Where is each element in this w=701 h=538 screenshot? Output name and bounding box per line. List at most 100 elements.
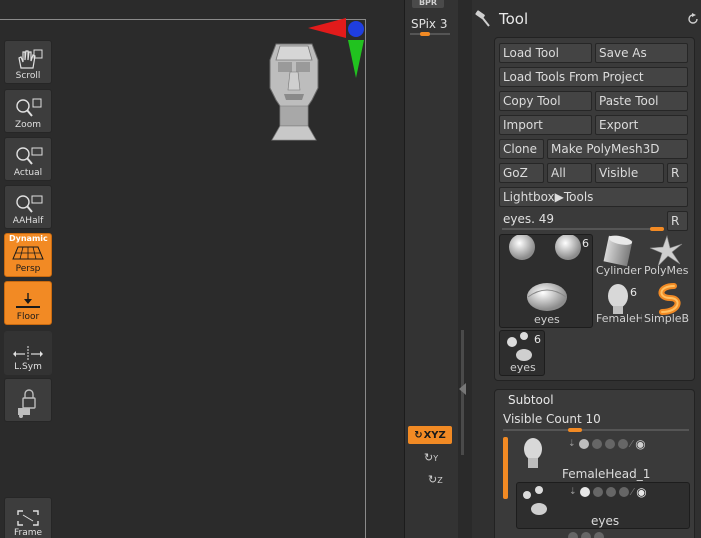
tool-header[interactable]: Tool — [472, 6, 701, 32]
refresh-icon[interactable] — [687, 13, 699, 25]
frame-button[interactable]: Frame — [4, 497, 52, 538]
polygroup-icon[interactable] — [592, 487, 603, 497]
polygroup-icon[interactable] — [591, 439, 602, 449]
paint-icon[interactable] — [604, 439, 615, 449]
visible-count-knob[interactable] — [568, 428, 582, 432]
subtool-scroll-indicator[interactable] — [503, 437, 508, 499]
subtool-row-femalehead-toggles[interactable]: ⇣ ⁄ ◉ — [568, 437, 646, 451]
magnifier-zoom-icon — [16, 98, 42, 117]
subtool-row-femalehead-name: FemaleHead_1 — [562, 467, 651, 481]
subtool-row-next-partial[interactable] — [512, 530, 690, 538]
tool-thumb-polymesh[interactable]: PolyMes — [644, 234, 690, 280]
lock-camera-button[interactable] — [4, 378, 52, 422]
panel-gutter — [458, 0, 472, 538]
hammer-icon — [475, 10, 490, 27]
subtool-title[interactable]: Subtool — [508, 393, 554, 407]
polymesh-star-icon — [649, 234, 683, 267]
rotate-y-icon: ↻ — [424, 451, 434, 464]
eye-icon[interactable]: ◉ — [636, 485, 646, 499]
dynamic-badge: Dynamic — [9, 234, 48, 243]
paint-icon[interactable] — [605, 487, 616, 497]
canvas-viewport[interactable] — [0, 0, 404, 538]
lsym-label: L.Sym — [14, 362, 42, 372]
aahalf-button[interactable]: AAHalf — [4, 185, 52, 229]
floor-button[interactable]: Floor — [4, 281, 52, 325]
zoom-button[interactable]: Zoom — [4, 89, 52, 133]
goz-all-button[interactable]: All — [547, 163, 592, 183]
persp-button[interactable]: Dynamic Persp — [4, 233, 52, 277]
lsym-button[interactable]: L.Sym — [4, 331, 52, 375]
tool-thumb-eyes-label: eyes — [534, 313, 560, 326]
lock-camera-icon — [18, 389, 36, 418]
copy-tool-button[interactable]: Copy Tool — [499, 91, 592, 111]
tool-slider[interactable]: eyes. 49 — [500, 210, 664, 230]
clone-button[interactable]: Clone — [499, 139, 544, 159]
scroll-label: Scroll — [15, 71, 41, 81]
scroll-button[interactable]: Scroll — [4, 40, 52, 84]
bpr-button[interactable]: BPR — [412, 0, 444, 8]
polygroup-icon[interactable] — [581, 532, 591, 538]
polyframe-icon[interactable] — [618, 487, 629, 497]
frame-icon — [17, 510, 39, 526]
goz-r-button[interactable]: R — [667, 163, 688, 183]
import-button[interactable]: Import — [499, 115, 592, 135]
rotate-y-button[interactable]: ↻Y — [424, 451, 438, 464]
visible-count-label: Visible Count — [503, 412, 582, 426]
xyz-button[interactable]: ↻ XYZ — [408, 426, 452, 444]
visible-count-value: 10 — [585, 412, 601, 426]
load-tools-from-project-button[interactable]: Load Tools From Project — [499, 67, 688, 87]
actual-button[interactable]: Actual — [4, 137, 52, 181]
tool-thumb-polymesh-label: PolyMes — [644, 264, 689, 277]
visible-count-track[interactable] — [503, 429, 689, 431]
tool-thumb-simpleb[interactable]: SimpleB — [644, 282, 690, 328]
female-head-thumb-icon — [524, 438, 542, 468]
subtool-row-eyes[interactable]: ⇣ ⁄ ◉ eyes — [516, 482, 690, 529]
subtool-row-femalehead[interactable]: ⇣ ⁄ ◉ FemaleHead_1 — [512, 433, 690, 481]
tool-thumb-simpleb-label: SimpleB — [644, 312, 690, 325]
visible-count-slider[interactable]: Visible Count 10 — [503, 412, 601, 426]
solo-icon[interactable] — [568, 532, 578, 538]
polyframe-icon[interactable] — [617, 439, 628, 449]
solo-icon[interactable] — [578, 439, 589, 449]
tool-thumb-femalehead[interactable]: 6 FemaleH — [596, 282, 642, 328]
load-tool-button[interactable]: Load Tool — [499, 43, 592, 63]
eye-icon[interactable]: ◉ — [635, 437, 645, 451]
tool-thumb-femalehead-label: FemaleH — [596, 312, 642, 325]
export-button[interactable]: Export — [595, 115, 688, 135]
lightbox-tools-button[interactable]: Lightbox▶Tools — [499, 187, 688, 207]
subtool-row-next-toggles[interactable] — [568, 532, 604, 538]
tool-slider-label: eyes. 49 — [503, 212, 555, 226]
tool-thumb-cylinder[interactable]: Cylinder — [596, 234, 642, 280]
goz-visible-button[interactable]: Visible — [595, 163, 664, 183]
spix-value: 3 — [439, 17, 448, 31]
eye-icon[interactable] — [594, 532, 604, 538]
rotate-z-button[interactable]: ↻Z — [428, 473, 443, 486]
spix-slider[interactable] — [410, 32, 450, 36]
brush-icon[interactable]: ⁄ — [631, 439, 633, 450]
tool-thumb-eyes[interactable]: 6 eyes — [499, 234, 593, 328]
make-polymesh3d-button[interactable]: Make PolyMesh3D — [547, 139, 688, 159]
floor-icon — [16, 293, 40, 308]
collapse-arrow-icon[interactable] — [459, 383, 466, 395]
solo-icon[interactable] — [579, 487, 590, 497]
tool-slider-r-button[interactable]: R — [667, 211, 688, 231]
tool-slider-knob[interactable] — [650, 227, 664, 231]
subtool-row-eyes-toggles[interactable]: ⇣ ⁄ ◉ — [569, 485, 647, 499]
simple-brush-icon — [658, 283, 681, 315]
xyz-label: XYZ — [423, 429, 446, 441]
paste-tool-button[interactable]: Paste Tool — [595, 91, 688, 111]
tool-thumb-cylinder-label: Cylinder — [596, 264, 642, 277]
rotate-z-icon: ↻ — [428, 473, 438, 486]
axis-y-label: Y — [433, 454, 439, 463]
tool-thumb-eyes-small[interactable]: 6 eyes — [499, 330, 545, 376]
rotate-icon: ↻ — [414, 429, 423, 441]
arrow-icon[interactable]: ⇣ — [568, 439, 576, 449]
spix-slider-label[interactable]: SPix 3 — [411, 17, 448, 31]
brush-icon[interactable]: ⁄ — [632, 487, 634, 498]
save-as-button[interactable]: Save As — [595, 43, 688, 63]
tool-slider-track[interactable] — [502, 228, 662, 230]
spix-slider-knob[interactable] — [420, 32, 430, 36]
axis-gyro-icon[interactable] — [306, 16, 368, 80]
goz-button[interactable]: GoZ — [499, 163, 544, 183]
arrow-icon[interactable]: ⇣ — [569, 487, 577, 497]
